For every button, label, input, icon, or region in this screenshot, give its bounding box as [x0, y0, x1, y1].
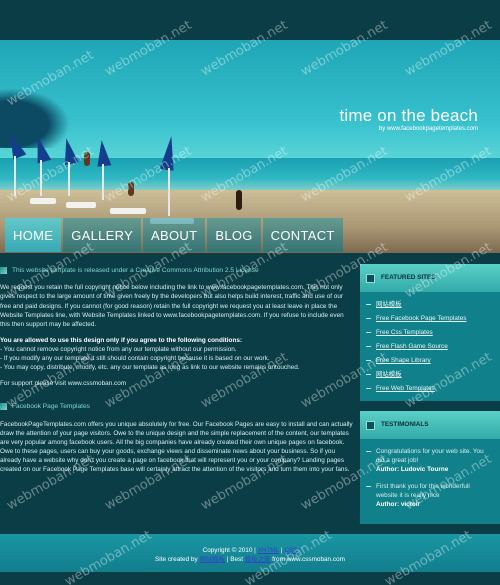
conditions-list: - You cannot remove copyright notice fro… [0, 345, 353, 372]
best-text: | Best [226, 556, 244, 564]
featured-link[interactable]: Free Web Templates [366, 382, 500, 396]
created-text: Site created by [155, 556, 198, 564]
featured-link[interactable]: Free Flash Game Source [366, 340, 500, 354]
umbrella-pole [102, 164, 104, 200]
beach-chair [110, 208, 146, 214]
featured-link[interactable]: Free Css Templates [366, 326, 500, 340]
conditions-heading: You are allowed to use this design only … [0, 336, 243, 344]
copyright-text: Copyright © 2010 | [202, 547, 256, 554]
footer-separator: | [280, 547, 283, 554]
nav-gallery[interactable]: GALLERY [63, 218, 142, 252]
testimonial-item: First thank you for this wonderfull webs… [366, 482, 492, 509]
top-strip [0, 0, 500, 40]
person [236, 190, 242, 210]
testimonial-author: Author: victoir [376, 501, 421, 509]
condition-item: - If you modify any our template it stil… [0, 355, 270, 363]
testimonials-header: TESTIMONIALS [360, 411, 500, 439]
testimonials-title: TESTIMONIALS [381, 421, 429, 429]
facebook-section: Facebook Page Templates FacebookPageTemp… [0, 402, 353, 474]
main-nav: HOME GALLERY ABOUT BLOG CONTACT [5, 218, 345, 252]
copyright-paragraph: We request you retain the full copyright… [0, 284, 344, 328]
creator-link[interactable]: 网站模板 [199, 556, 225, 563]
person [128, 182, 134, 196]
person [84, 152, 90, 166]
testimonials-box: TESTIMONIALS Congratulations for your we… [360, 411, 500, 524]
umbrella-pole [40, 160, 42, 196]
footer: Copyright © 2010 | XHTML | CSS Site crea… [0, 534, 500, 572]
from-text: from www.cssmoban.com [272, 556, 345, 564]
nav-about[interactable]: ABOUT [143, 218, 206, 252]
featured-link[interactable]: Free Shape Library [366, 354, 500, 368]
facebook-heading: Facebook Page Templates [0, 402, 353, 411]
testimonial-item: Congratulations for your web site. You d… [366, 447, 492, 474]
featured-sites-title: FEATURED SITES [381, 274, 436, 282]
featured-link[interactable]: 网站模板 [366, 368, 500, 382]
beach-chair [66, 202, 96, 208]
license-heading-text: This website template is released under … [12, 267, 259, 274]
box-icon [366, 420, 375, 430]
featured-link[interactable]: Free Facebook Page Templates [366, 312, 500, 326]
box-icon [366, 273, 375, 283]
testimonials-list: Congratulations for your web site. You d… [360, 439, 500, 524]
beach-chair [30, 198, 56, 204]
css-link[interactable]: CSS [284, 547, 297, 554]
featured-link[interactable]: 网站模板 [366, 298, 500, 312]
nav-contact[interactable]: CONTACT [262, 218, 343, 252]
nav-blog[interactable]: BLOG [207, 218, 261, 252]
bullet-icon [0, 267, 7, 275]
support-text: For support please visit www.cssmoban.co… [0, 380, 127, 388]
testimonial-author: Author: Ludovic Tourne [376, 466, 449, 474]
featured-sites-list: 网站模板 Free Facebook Page Templates Free C… [360, 292, 500, 401]
footer-copyright-line: Copyright © 2010 | XHTML | CSS [0, 546, 500, 555]
facebook-heading-text: Facebook Page Templates [12, 403, 90, 411]
condition-item: - You may copy, distribute, modify, etc.… [0, 364, 300, 372]
bottom-strip [0, 572, 500, 585]
featured-sites-header: FEATURED SITES [360, 264, 500, 292]
umbrella-pole [14, 156, 16, 196]
best-link[interactable]: 模板之家 [245, 556, 271, 563]
license-heading: This website template is released under … [0, 266, 353, 275]
site-subtitle: by www.facebookpagetemplates.com [378, 126, 478, 132]
condition-item: - You cannot remove copyright notice fro… [0, 345, 237, 353]
featured-sites-box: FEATURED SITES 网站模板 Free Facebook Page T… [360, 264, 500, 401]
umbrella [94, 139, 112, 167]
sea [0, 158, 500, 192]
facebook-paragraph: FacebookPageTemplates.com offers you uni… [0, 420, 353, 474]
bullet-icon [0, 403, 7, 411]
nav-home[interactable]: HOME [5, 218, 62, 252]
xhtml-link[interactable]: XHTML [258, 547, 279, 554]
sidebar: FEATURED SITES 网站模板 Free Facebook Page T… [360, 264, 500, 534]
testimonial-text: Congratulations for your web site. You d… [376, 448, 484, 465]
testimonial-text: First thank you for this wonderfull webs… [376, 483, 470, 500]
main-content: This website template is released under … [0, 262, 355, 481]
umbrella-pole [168, 168, 170, 216]
umbrella-pole [68, 162, 70, 196]
footer-credit-line: Site created by 网站模板 | Best 模板之家 from ww… [0, 555, 500, 564]
